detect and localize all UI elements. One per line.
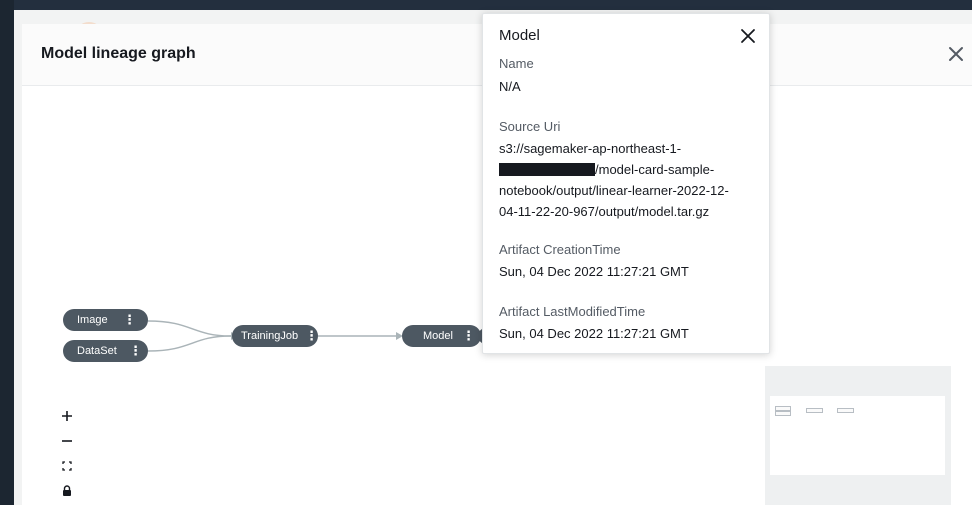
minimap-node [806, 408, 823, 413]
zoom-in-button[interactable] [57, 403, 77, 428]
graph-node-image[interactable]: Image ⋮ [63, 309, 148, 331]
lock-icon [63, 485, 71, 496]
fit-view-button[interactable] [57, 453, 77, 478]
node-label: DataSet [77, 345, 117, 357]
field-value-creation-time: Sun, 04 Dec 2022 11:27:21 GMT [499, 264, 689, 279]
kebab-menu-icon[interactable]: ⋮ [462, 325, 475, 346]
source-uri-line-2: /model-card-sample- [499, 159, 763, 180]
field-label-source-uri: Source Uri [499, 119, 561, 134]
field-label-creation-time: Artifact CreationTime [499, 242, 621, 257]
fit-view-icon [62, 460, 72, 471]
modal-title: Model lineage graph [41, 45, 196, 62]
minimap-viewport [770, 396, 945, 475]
source-uri-line: 04-11-22-20-967/output/model.tar.gz [499, 204, 710, 219]
app-side-strip [0, 0, 14, 505]
edge-dataset-trainingjob [147, 335, 232, 352]
node-details-popover: Model Name N/A Source Uri s3://sagemaker… [482, 13, 770, 354]
source-uri-line: /model-card-sample- [595, 162, 715, 177]
node-label: TrainingJob [241, 330, 299, 342]
source-uri-line: notebook/output/linear-learner-2022-12- [499, 183, 729, 198]
field-label-lastmodified-time: Artifact LastModifiedTime [499, 304, 646, 319]
close-icon[interactable] [740, 28, 756, 44]
field-value-lastmodified-time: Sun, 04 Dec 2022 11:27:21 GMT [499, 326, 689, 341]
zoom-out-button[interactable] [57, 428, 77, 453]
minimap-node [775, 411, 791, 416]
graph-node-model[interactable]: Model ⋮ [402, 325, 481, 347]
graph-minimap[interactable] [765, 366, 951, 505]
graph-node-dataset[interactable]: DataSet ⋮ [63, 340, 148, 362]
field-label-name: Name [499, 56, 534, 71]
source-uri-line: s3://sagemaker-ap-northeast-1- [499, 141, 682, 156]
redaction-block [499, 163, 595, 176]
kebab-menu-icon[interactable]: ⋮ [129, 340, 142, 361]
close-icon[interactable] [946, 44, 966, 64]
edge-image-trainingjob [147, 320, 232, 337]
kebab-menu-icon[interactable]: ⋮ [123, 309, 136, 330]
node-label: Image [77, 314, 108, 326]
node-label: Model [423, 330, 453, 342]
graph-node-trainingjob[interactable]: TrainingJob ⋮ [232, 325, 318, 347]
minimap-node [837, 408, 854, 413]
kebab-menu-icon[interactable]: ⋮ [305, 325, 318, 346]
lock-button[interactable] [57, 478, 77, 503]
zoom-in-icon [62, 410, 72, 421]
zoom-controls [57, 403, 77, 503]
zoom-out-icon [62, 439, 72, 442]
field-value-source-uri: s3://sagemaker-ap-northeast-1- /model-ca… [499, 138, 763, 222]
field-value-name: N/A [499, 79, 521, 94]
popover-title: Model [499, 27, 540, 44]
